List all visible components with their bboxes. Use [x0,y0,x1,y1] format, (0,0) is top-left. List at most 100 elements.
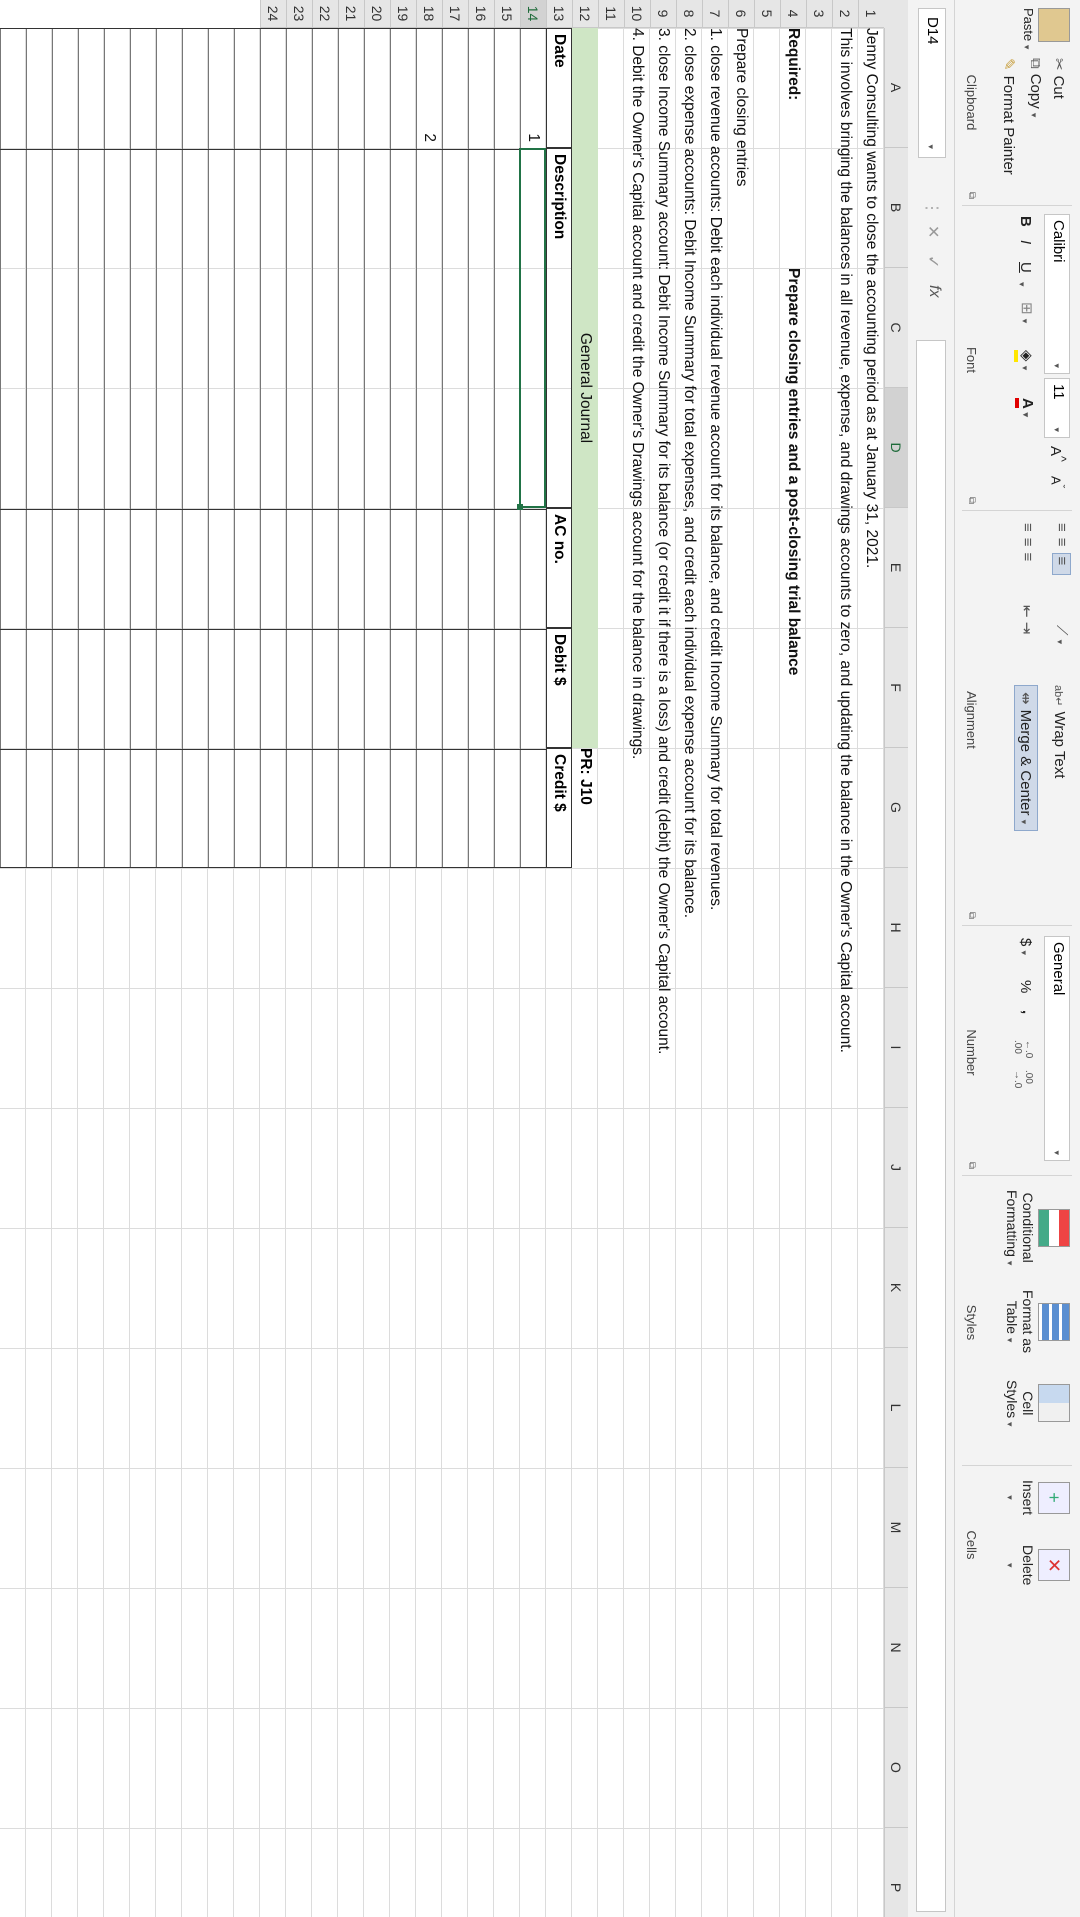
cell-a8[interactable]: 2. close expense accounts: Debit Income … [676,28,702,918]
horizontal-align-icons[interactable]: ≡≡≡ [1019,523,1036,567]
format-as-table-button[interactable]: Format as Table ▾ [1004,1290,1070,1353]
column-header-l[interactable]: L [884,1348,908,1468]
row-header-18[interactable]: 18 [416,0,442,28]
journal-header-date[interactable]: Date [546,28,572,148]
journal-row[interactable] [468,29,494,867]
row-header-16[interactable]: 16 [468,0,494,28]
row-header-13[interactable]: 13 [546,0,572,28]
column-header-g[interactable]: G [884,748,908,868]
column-header-c[interactable]: C [884,268,908,388]
underline-dropdown-icon[interactable]: ▾ [1015,282,1032,287]
row-header-8[interactable]: 8 [676,0,702,28]
journal-row[interactable] [442,29,468,867]
row-header-9[interactable]: 9 [650,0,676,28]
row-header-15[interactable]: 15 [494,0,520,28]
row-header-2[interactable]: 2 [832,0,858,28]
journal-title[interactable]: General Journal [572,28,598,748]
enter-icon[interactable]: ✓ [923,255,943,268]
cell-styles-button[interactable]: Cell Styles ▾ [1004,1380,1070,1427]
comma-button[interactable]: , [1019,1010,1036,1014]
column-header-p[interactable]: P [884,1828,908,1917]
journal-row[interactable] [182,29,208,867]
column-header-b[interactable]: B [884,148,908,268]
journal-row[interactable] [78,29,104,867]
journal-header-description[interactable]: Description [546,148,572,508]
delete-button[interactable]: ✕ Delete ▾ [1004,1545,1070,1585]
currency-button[interactable]: $ ▾ [1017,938,1034,955]
journal-row[interactable] [494,29,520,867]
fill-color-icon[interactable]: ◈ ▾ [1014,350,1036,370]
cell-a1[interactable]: Jenny Consulting wants to close the acco… [858,28,884,568]
cell-c4[interactable]: Prepare closing entries and a post-closi… [780,268,806,675]
bold-button[interactable]: B [1017,216,1034,227]
journal-row[interactable] [26,29,52,867]
increase-decimal-icon[interactable]: ←.0.00 [1012,1040,1034,1058]
font-name-select[interactable]: Calibri ▾ [1044,214,1070,374]
font-color-icon[interactable]: A ▾ [1015,398,1036,417]
column-header-h[interactable]: H [884,868,908,988]
column-header-d[interactable]: D [884,388,908,508]
journal-row[interactable] [364,29,390,867]
cell-a10[interactable]: 4. Debit the Owner's Capital account and… [624,28,650,759]
cut-button[interactable]: ✂Cut [1050,58,1068,99]
journal-row[interactable] [260,29,286,867]
borders-icon[interactable]: ⊞ ▾ [1018,302,1036,323]
journal-body[interactable] [0,28,546,868]
grow-font-button[interactable]: A^ [1047,446,1068,462]
row-header-6[interactable]: 6 [728,0,754,28]
alignment-launcher-icon[interactable]: ⧉ [966,912,977,919]
cell-a4[interactable]: Required: [780,28,806,100]
column-header-a[interactable]: A [884,28,908,148]
journal-header-credit[interactable]: Credit $ [546,748,572,868]
number-launcher-icon[interactable]: ⧉ [966,1162,977,1169]
shrink-font-button[interactable]: Aˇ [1049,476,1066,488]
select-all-button[interactable] [883,0,908,29]
journal-row[interactable] [390,29,416,867]
journal-row[interactable] [312,29,338,867]
percent-button[interactable]: % [1017,980,1034,993]
name-box[interactable]: D14 ▾ [918,8,946,158]
format-painter-button[interactable]: ✎Format Painter [1000,58,1018,175]
cell-a9[interactable]: 3. close Income Summary account: Debit I… [650,28,676,1054]
journal-entry-number-1[interactable]: 1 [520,28,546,142]
column-header-j[interactable]: J [884,1108,908,1228]
column-header-m[interactable]: M [884,1468,908,1588]
wrap-text-button[interactable]: ab↵Wrap Text [1051,685,1068,778]
row-header-11[interactable]: 11 [598,0,624,28]
copy-button[interactable]: ⧉Copy ▾ [1027,58,1044,117]
row-header-22[interactable]: 22 [312,0,338,28]
row-header-23[interactable]: 23 [286,0,312,28]
journal-row[interactable] [0,29,26,867]
more-options-icon[interactable]: ⋮ [922,200,942,216]
journal-entry-number-2[interactable]: 2 [416,28,442,142]
row-header-24[interactable]: 24 [260,0,286,28]
journal-row[interactable] [234,29,260,867]
orientation-icon[interactable]: ⟋ ▾ [1053,625,1070,644]
row-header-20[interactable]: 20 [364,0,390,28]
italic-button[interactable]: I [1017,240,1034,244]
row-header-1[interactable]: 1 [858,0,884,28]
column-header-e[interactable]: E [884,508,908,628]
journal-row[interactable] [338,29,364,867]
row-header-17[interactable]: 17 [442,0,468,28]
cell-a7[interactable]: 1. close revenue accounts: Debit each in… [702,28,728,910]
formula-input[interactable] [916,340,946,1912]
journal-row[interactable] [286,29,312,867]
column-header-i[interactable]: I [884,988,908,1108]
conditional-formatting-button[interactable]: Conditional Formatting ▾ [1004,1190,1070,1265]
clipboard-launcher-icon[interactable]: ⧉ [966,192,977,199]
insert-button[interactable]: + Insert ▾ [1004,1480,1070,1515]
row-header-21[interactable]: 21 [338,0,364,28]
journal-row[interactable] [156,29,182,867]
column-header-f[interactable]: F [884,628,908,748]
font-launcher-icon[interactable]: ⧉ [966,497,977,504]
insert-function-icon[interactable]: fx [925,285,943,297]
journal-pr-label[interactable]: PR: J10 [572,748,598,805]
row-header-5[interactable]: 5 [754,0,780,28]
merge-center-button[interactable]: ⇹Merge & Center ▾ [1014,685,1038,832]
row-header-14[interactable]: 14 [520,0,546,28]
paste-button[interactable]: Paste ▾ [1021,8,1070,49]
cell-area[interactable]: Jenny Consulting wants to close the acco… [0,28,884,1917]
worksheet-grid[interactable]: ABCDEFGHIJKLMNOP 1 2 3 4 5 6 7 8 9 10 11 12 13 14 15 16… [0,0,908,1917]
selected-cell-d14[interactable] [519,148,546,508]
